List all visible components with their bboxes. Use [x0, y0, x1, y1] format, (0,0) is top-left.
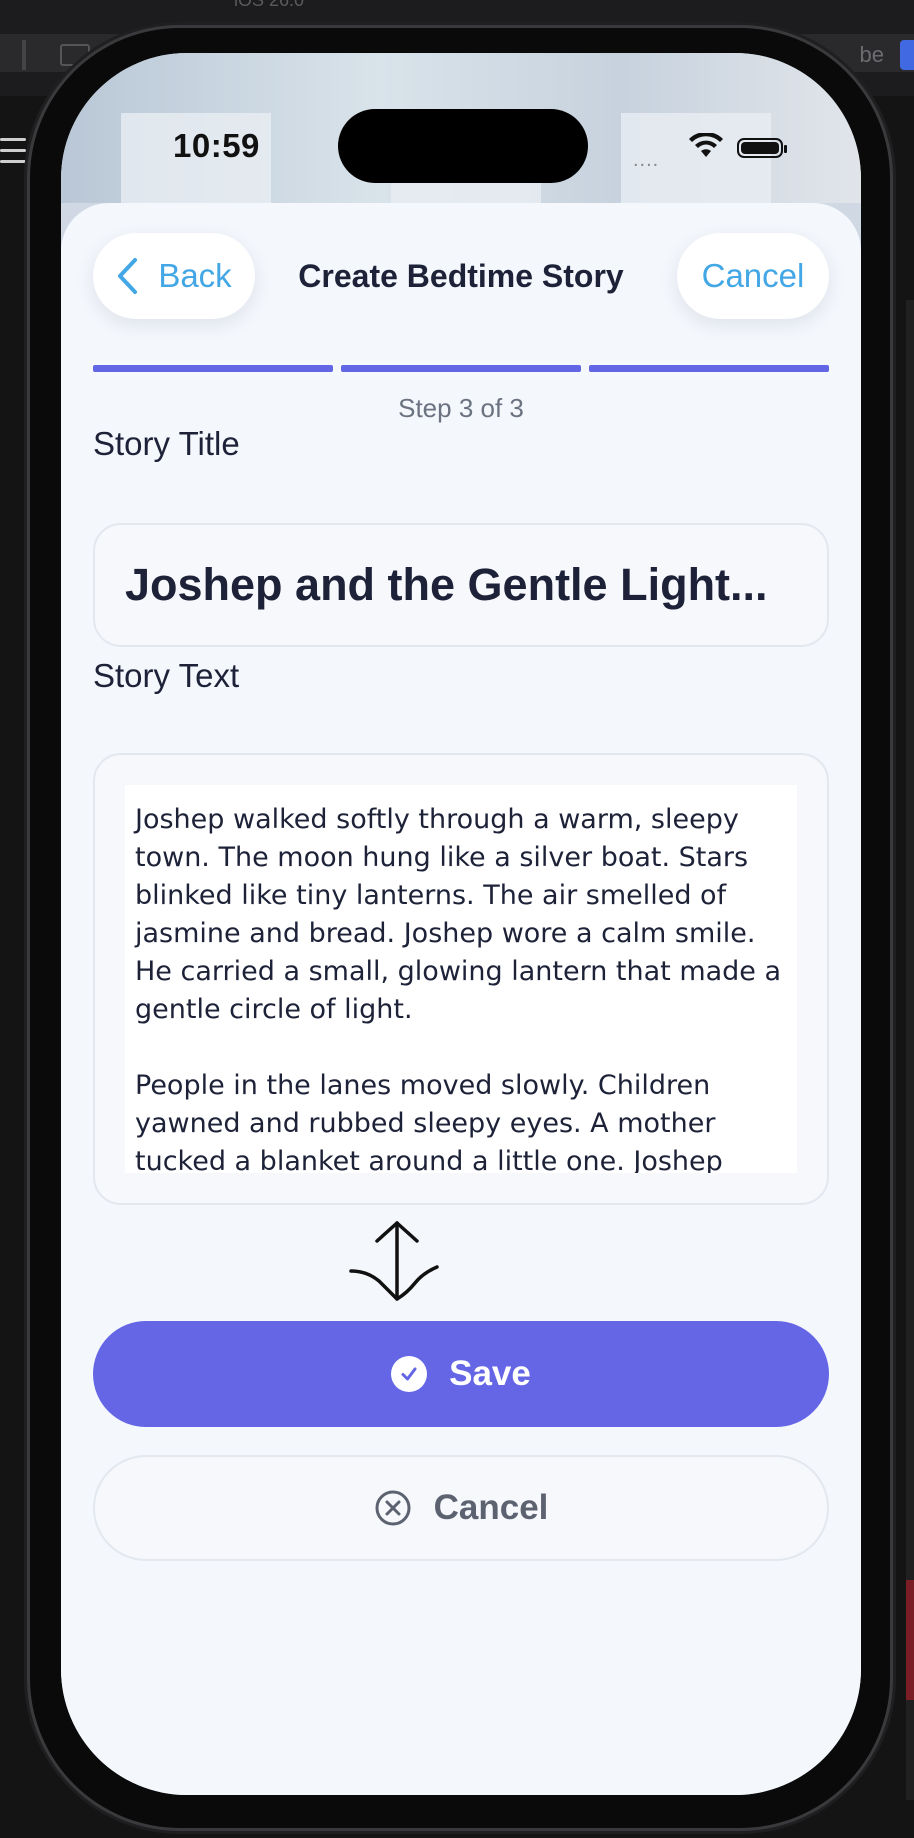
status-time: 10:59 — [173, 127, 260, 164]
cellular-signal-icon: .... — [633, 149, 660, 171]
story-text-label: Story Text — [93, 657, 240, 694]
wifi-icon — [689, 133, 723, 157]
progress-segment — [93, 365, 333, 372]
tabbar-divider — [22, 40, 26, 70]
page-title: Create Bedtime Story — [298, 257, 624, 294]
menu-icon[interactable] — [0, 138, 26, 171]
step-indicator: Step 3 of 3 — [398, 393, 524, 423]
create-story-sheet: Back Create Bedtime Story Cancel Step 3 … — [61, 203, 861, 1795]
cancel-button[interactable]: Cancel — [93, 1455, 829, 1561]
story-title-value: Joshep and the Gentle Light... — [125, 559, 768, 610]
story-text-area[interactable]: Joshep walked softly through a warm, sle… — [125, 785, 797, 1173]
story-title-label: Story Title — [93, 425, 240, 462]
phone-frame: 10:59 .... Back Create Bedtime Story Can… — [30, 28, 890, 1828]
window-edge-accent — [906, 1580, 914, 1700]
battery-icon — [737, 138, 787, 158]
step-progress-bar — [93, 365, 829, 372]
story-paragraph: Joshep walked softly through a warm, sle… — [135, 804, 782, 1025]
story-text-container: Joshep walked softly through a warm, sle… — [93, 753, 829, 1205]
story-paragraph: People in the lanes moved slowly. Childr… — [135, 1070, 723, 1173]
nav-cancel-label: Cancel — [701, 257, 805, 294]
progress-segment — [341, 365, 581, 372]
dynamic-island — [338, 109, 588, 183]
x-circle-icon — [374, 1489, 412, 1527]
progress-segment — [589, 365, 829, 372]
chevron-left-icon — [116, 257, 138, 295]
tab-label-fragment[interactable]: be — [860, 42, 884, 68]
tab-badge — [900, 40, 914, 70]
checkmark-circle-icon — [391, 1356, 428, 1392]
window-edge — [906, 300, 914, 1800]
nav-cancel-button[interactable]: Cancel — [677, 233, 829, 319]
save-button-label: Save — [449, 1354, 531, 1393]
phone-screen: 10:59 .... Back Create Bedtime Story Can… — [61, 53, 861, 1795]
back-button[interactable]: Back — [93, 233, 255, 319]
simulator-caption: iOS 26.0 — [234, 0, 305, 10]
back-button-label: Back — [158, 257, 232, 294]
cancel-button-label: Cancel — [433, 1488, 549, 1527]
save-button[interactable]: Save — [93, 1321, 829, 1427]
resize-handle-icon[interactable] — [349, 1219, 445, 1303]
story-title-field[interactable]: Joshep and the Gentle Light... — [93, 523, 829, 647]
